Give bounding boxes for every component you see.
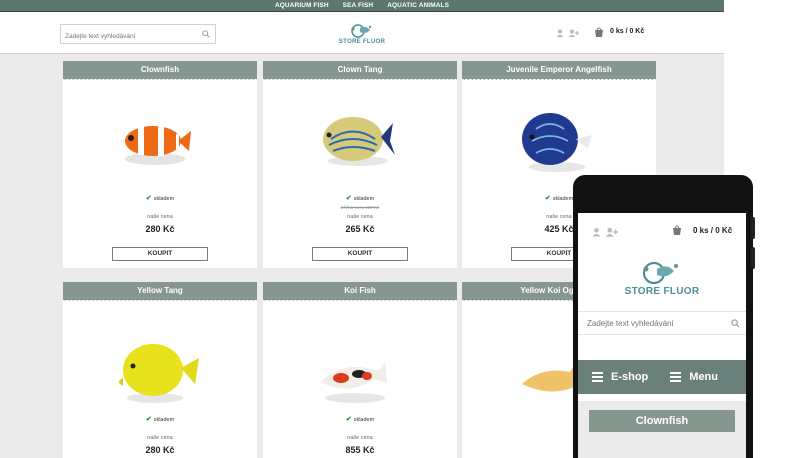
mobile-search-input[interactable] <box>578 312 718 334</box>
cart-icon[interactable] <box>592 26 606 38</box>
user-icon[interactable] <box>592 227 601 237</box>
add-user-icon[interactable] <box>568 29 579 37</box>
nav-eshop-label: E-shop <box>611 371 649 383</box>
stock-label: skladem <box>153 417 175 423</box>
nav-link-sea-fish[interactable]: SEA FISH <box>343 2 374 9</box>
product-title[interactable]: Koi Fish <box>263 282 457 302</box>
mobile-screen: 0 ks / 0 Kč STORE FLUOR E-shop <box>578 213 746 458</box>
check-icon: ✔ <box>345 195 352 202</box>
search-input[interactable] <box>61 27 196 46</box>
product-image[interactable] <box>63 79 257 184</box>
mobile-cart-summary[interactable]: 0 ks / 0 Kč <box>693 226 732 235</box>
stock-label: skladem <box>552 196 574 202</box>
product-card: Clownfish ✔ skladem naše cena 280 Kč KOUP… <box>63 61 257 268</box>
logo-fish-icon <box>642 261 678 285</box>
product-card: Koi Fish ✔ skladem naše cena 855 Kč <box>263 282 457 458</box>
stock-status: ✔ skladem <box>263 194 457 202</box>
product-title[interactable]: Yellow Tang <box>63 282 257 302</box>
price-label: naše cena <box>347 435 373 441</box>
price-value: 280 Kč <box>145 445 175 455</box>
top-category-nav: AQUARIUM FISH SEA FISH AQUATIC ANIMALS <box>0 0 724 12</box>
check-icon: ✔ <box>145 195 152 202</box>
price-value: 265 Kč <box>345 224 375 234</box>
product-title[interactable]: Clown Tang <box>263 61 457 81</box>
old-price: běžná cena 390 Kč <box>340 205 380 210</box>
nav-link-aquatic-animals[interactable]: AQUATIC ANIMALS <box>387 2 449 9</box>
check-icon: ✔ <box>145 416 152 423</box>
search-box <box>60 24 216 46</box>
nav-menu-label: Menu <box>689 371 719 383</box>
logo-fish-icon <box>351 24 372 38</box>
buy-button[interactable]: KOUPIT <box>112 247 208 261</box>
stock-status: ✔ skladem <box>263 415 457 423</box>
yellow-tang-image <box>119 344 199 403</box>
price-value: 855 Kč <box>345 445 375 455</box>
cart-icon[interactable] <box>670 223 684 237</box>
mobile-account-icons <box>592 227 618 237</box>
nav-eshop[interactable]: E-shop <box>592 371 648 383</box>
stock-status: ✔ skladem <box>63 415 257 423</box>
stock-label: skladem <box>353 196 375 202</box>
search-icon[interactable] <box>731 319 740 328</box>
site-header: STORE FLUOR 0 ks / 0 Kč <box>0 12 724 54</box>
price-label: naše cena <box>347 214 373 220</box>
mobile-nav-bar: E-shop Menu <box>578 360 746 394</box>
clown-tang-image <box>323 117 395 166</box>
hamburger-icon <box>670 372 682 382</box>
stock-label: skladem <box>353 417 375 423</box>
koi-fish-image <box>321 360 387 403</box>
product-card: Yellow Tang ✔ skladem naše cena 280 Kč <box>63 282 257 458</box>
mobile-phone-mockup: 0 ks / 0 Kč STORE FLUOR E-shop <box>573 175 755 458</box>
product-title-text: Yellow Koi Og <box>520 286 574 295</box>
site-logo[interactable]: STORE FLUOR <box>332 23 392 47</box>
check-icon: ✔ <box>345 416 352 423</box>
product-image[interactable] <box>63 300 257 405</box>
stock-status: ✔ skladem <box>63 194 257 202</box>
user-icon[interactable] <box>556 29 564 37</box>
product-card: Clown Tang ✔ skladem běžná cena 390 Kč na… <box>263 61 457 268</box>
mobile-product-title[interactable]: Clownfish <box>589 410 735 432</box>
emperor-angelfish-image <box>522 113 592 172</box>
product-image[interactable] <box>263 300 457 405</box>
phone-side-button <box>751 247 755 269</box>
product-image[interactable] <box>462 79 656 184</box>
mobile-search-box <box>578 311 746 335</box>
stock-label: skladem <box>153 196 175 202</box>
nav-link-aquarium-fish[interactable]: AQUARIUM FISH <box>275 2 329 9</box>
price-value: 280 Kč <box>145 224 175 234</box>
search-icon[interactable] <box>202 30 210 38</box>
product-title[interactable]: Juvenile Emperor Angelfish <box>462 61 656 81</box>
nav-menu[interactable]: Menu <box>670 371 718 383</box>
product-image[interactable] <box>263 79 457 184</box>
account-icons <box>556 29 579 37</box>
logo-text: STORE FLUOR <box>338 38 386 45</box>
price-label: naše cena <box>147 214 173 220</box>
add-user-icon[interactable] <box>605 227 618 237</box>
product-title[interactable]: Clownfish <box>63 61 257 81</box>
mobile-site-logo[interactable]: STORE FLUOR <box>614 260 710 302</box>
hamburger-icon <box>592 372 603 382</box>
logo-text: STORE FLUOR <box>624 286 700 297</box>
cart-summary[interactable]: 0 ks / 0 Kč <box>610 28 644 35</box>
buy-button[interactable]: KOUPIT <box>312 247 408 261</box>
check-icon: ✔ <box>544 195 551 202</box>
phone-side-button <box>751 217 755 239</box>
price-label: naše cena <box>147 435 173 441</box>
clownfish-image <box>125 126 191 165</box>
